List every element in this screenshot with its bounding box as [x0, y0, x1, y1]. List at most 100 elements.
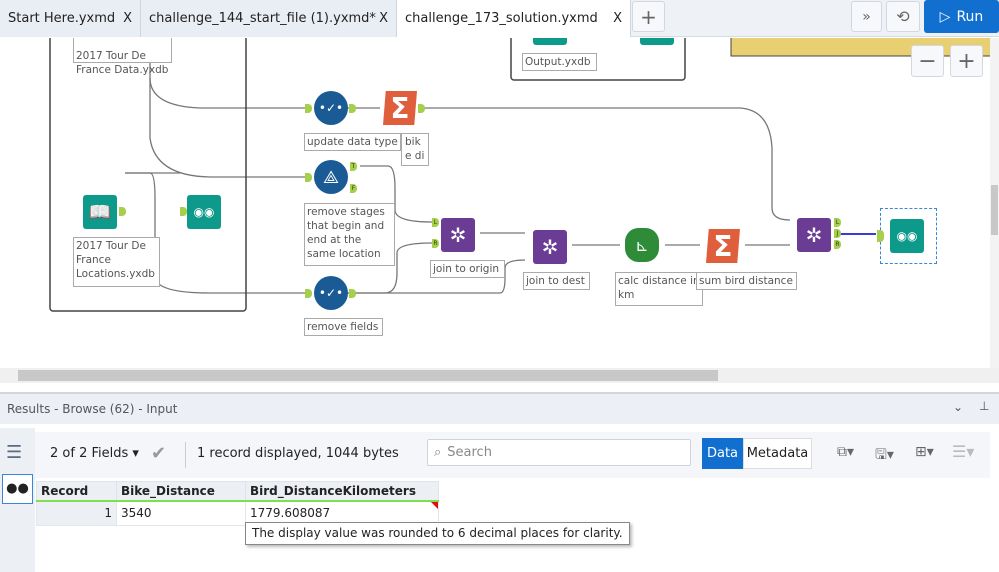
cell-value: 1779.608087	[250, 506, 331, 521]
play-icon: ▷	[939, 8, 951, 25]
input-anchor[interactable]	[305, 173, 312, 182]
tab-label: challenge_144_start_file (1).yxmd*	[149, 11, 376, 26]
formula-tool-icon[interactable]: ⊾	[625, 228, 659, 262]
copy-icon[interactable]: ⧉▾	[837, 444, 854, 460]
right-output-anchor[interactable]: R	[834, 240, 841, 249]
record-info: 1 record displayed, 1044 bytes	[197, 446, 399, 461]
input-anchor[interactable]	[180, 207, 187, 216]
zoom-in-button[interactable]: +	[950, 45, 983, 77]
tool-label: join to dest	[523, 272, 590, 290]
join-tool-icon[interactable]: ✲	[533, 230, 567, 264]
tab-start-here[interactable]: Start Here.yxmd X	[0, 0, 141, 37]
tool-label: update data type	[304, 133, 401, 151]
browse-binoculars-icon[interactable]: ◉◉	[187, 195, 221, 229]
close-icon[interactable]: X	[613, 11, 622, 26]
tool-label: sum bird distance	[696, 272, 797, 290]
caret-down-icon: ▾	[132, 446, 139, 461]
tab-challenge-173[interactable]: challenge_173_solution.yxmd X	[397, 0, 631, 37]
tool-icon	[533, 38, 567, 45]
tool-icon	[640, 38, 674, 45]
search-placeholder: Search	[447, 445, 492, 460]
menu-icon[interactable]: ☰▾	[952, 442, 974, 461]
select-tool-icon[interactable]: •✓•	[314, 276, 348, 310]
results-toolbar: 2 of 2 Fields ▾ ✔ 1 record displayed, 10…	[35, 432, 990, 478]
chevron-down-icon[interactable]: ⌄	[953, 400, 963, 414]
tool-label: calc distance in km	[615, 272, 703, 306]
output-anchor[interactable]	[349, 289, 356, 298]
record-cell[interactable]: 1	[36, 500, 117, 526]
join-tool-icon[interactable]: ✲	[797, 218, 831, 252]
right-anchor[interactable]: R	[432, 239, 439, 248]
results-side-bar: ☰ ●●	[0, 428, 35, 572]
output-anchor[interactable]	[349, 104, 356, 113]
more-tabs-button[interactable]: »	[851, 1, 882, 32]
fields-list-icon[interactable]: ☰	[6, 442, 22, 463]
column-header[interactable]: Bike_Distance	[116, 481, 246, 502]
input-anchor[interactable]	[305, 104, 312, 113]
search-input[interactable]: ⌕ Search	[427, 439, 691, 466]
input-anchor[interactable]	[305, 289, 312, 298]
tool-label: 2017 Tour De France Data.yxdb	[73, 38, 172, 76]
zoom-out-button[interactable]: −	[911, 45, 944, 77]
binoculars-icon[interactable]: ●●	[2, 474, 33, 504]
tool-label: remove stages that begin and end at the …	[304, 203, 395, 266]
tooltip: The display value was rounded to 6 decim…	[245, 522, 630, 545]
pin-icon[interactable]: ⊥	[979, 399, 989, 413]
search-icon: ⌕	[434, 445, 442, 460]
save-icon[interactable]: 🖫▾	[875, 444, 894, 468]
results-table: Record Bike_Distance Bird_DistanceKilome…	[36, 481, 439, 526]
column-header[interactable]: Record	[36, 481, 117, 502]
join-tool-icon[interactable]: ✲	[441, 218, 475, 252]
browse-binoculars-icon[interactable]: ◉◉	[890, 219, 924, 253]
data-tab[interactable]: Data	[702, 438, 743, 469]
connections	[49, 38, 999, 312]
connection	[149, 38, 305, 109]
left-output-anchor[interactable]: L	[834, 218, 841, 227]
vertical-scrollbar[interactable]	[990, 38, 999, 368]
join-output-anchor[interactable]: J	[834, 229, 841, 238]
left-anchor[interactable]: L	[432, 218, 439, 227]
bike-distance-cell[interactable]: 3540	[116, 500, 246, 526]
fields-dropdown[interactable]: 2 of 2 Fields ▾	[50, 446, 139, 461]
rounded-indicator-icon	[431, 502, 438, 509]
divider	[185, 442, 186, 468]
add-tab-button[interactable]: +	[632, 1, 665, 32]
scrollbar-thumb[interactable]	[18, 370, 718, 381]
checkmark-icon[interactable]: ✔	[151, 443, 166, 464]
results-title: Results - Browse (62) - Input	[7, 402, 178, 416]
tool-label: Output.yxdb	[522, 53, 597, 71]
run-button[interactable]: ▷ Run	[924, 0, 999, 33]
run-label: Run	[956, 8, 984, 25]
output-anchor[interactable]	[418, 104, 425, 113]
results-header: Results - Browse (62) - Input ⌄ ⊥	[0, 392, 999, 424]
fields-label: 2 of 2 Fields	[50, 446, 129, 461]
false-anchor[interactable]: F	[350, 184, 357, 193]
tab-label: challenge_173_solution.yxmd	[405, 11, 598, 26]
input-anchor[interactable]	[877, 230, 884, 242]
summarize-tool-icon[interactable]: Σ	[706, 229, 740, 263]
add-column-icon[interactable]: ⊞▾	[915, 444, 934, 460]
tool-label: join to origin	[430, 260, 505, 278]
tool-label: remove fields	[304, 318, 383, 336]
metadata-tab[interactable]: Metadata	[743, 438, 812, 469]
tab-bar: Start Here.yxmd X challenge_144_start_fil…	[0, 0, 999, 37]
column-header[interactable]: Bird_DistanceKilometers	[245, 481, 439, 502]
scrollbar-thumb[interactable]	[991, 185, 998, 235]
connection	[420, 107, 791, 221]
close-icon[interactable]: X	[379, 11, 388, 26]
connection	[149, 78, 305, 178]
output-anchor[interactable]	[119, 207, 126, 216]
horizontal-scrollbar[interactable]	[0, 368, 999, 383]
tool-label: bike distance	[401, 133, 429, 166]
tool-label: 2017 Tour De France Locations.yxdb	[73, 237, 160, 287]
select-tool-icon[interactable]: •✓•	[314, 91, 348, 125]
summarize-tool-icon[interactable]: Σ	[383, 91, 417, 125]
history-icon[interactable]: ⟲	[886, 1, 920, 32]
close-icon[interactable]: X	[123, 11, 132, 26]
input-book-icon[interactable]: 📖	[83, 195, 117, 229]
tab-label: Start Here.yxmd	[8, 11, 116, 26]
tab-challenge-144[interactable]: challenge_144_start_file (1).yxmd* X	[141, 0, 397, 37]
true-anchor[interactable]: T	[350, 162, 357, 171]
workflow-canvas[interactable]: − + 2017 Tour De France Data.yxdb Output…	[0, 38, 999, 368]
filter-tool-icon[interactable]: ⟁	[314, 160, 348, 194]
